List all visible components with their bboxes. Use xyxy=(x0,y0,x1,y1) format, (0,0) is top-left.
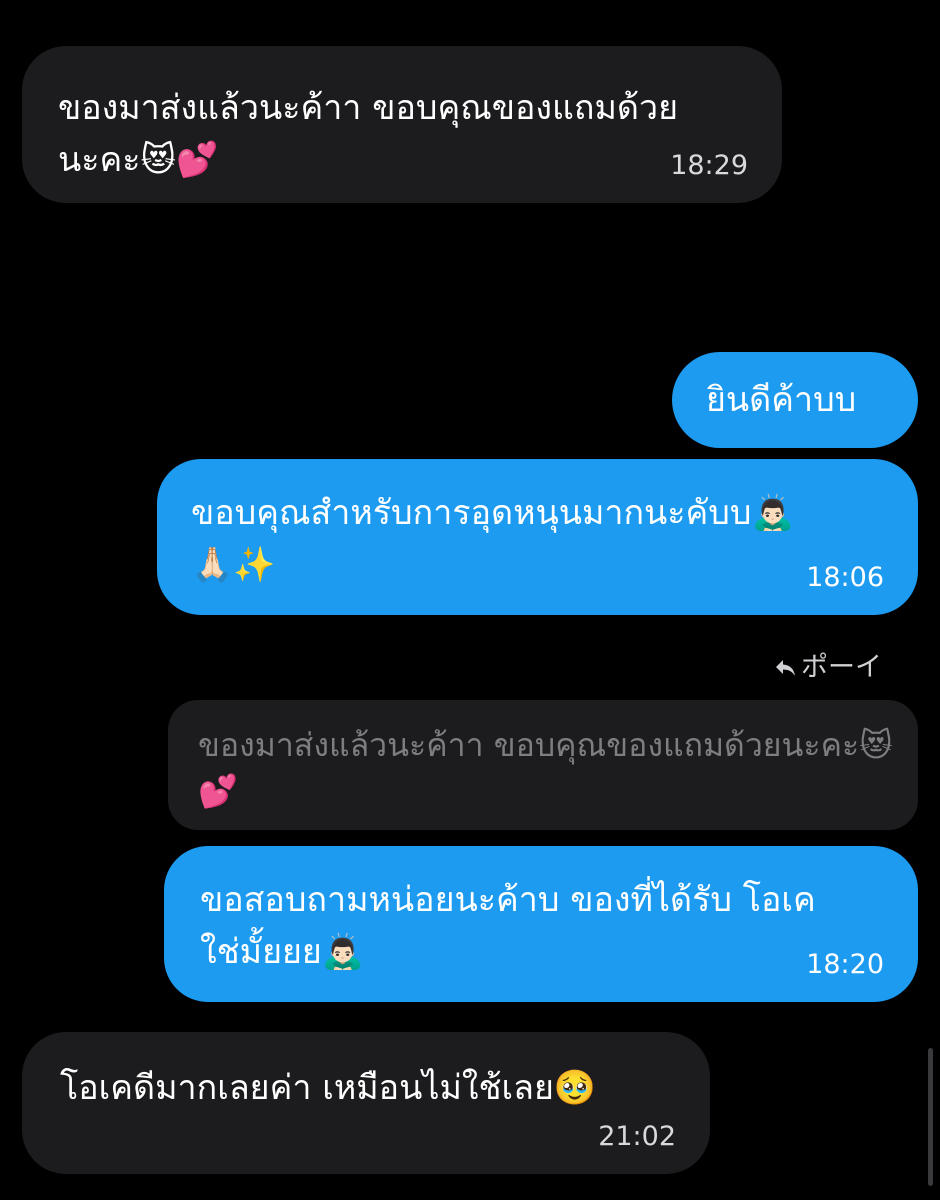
quoted-message-text: ของมาส่งแล้วนะค้าา ขอบคุณของแถมด้วยนะคะ😻… xyxy=(198,726,893,810)
message-timestamp: 18:20 xyxy=(806,949,884,980)
outgoing-message-bubble[interactable]: ยินดีค้าบบ xyxy=(672,352,918,448)
message-text: ของมาส่งแล้วนะค้าา ขอบคุณของแถมด้วย นะคะ… xyxy=(58,88,679,180)
quoted-message[interactable]: ของมาส่งแล้วนะค้าา ขอบคุณของแถมด้วยนะคะ😻… xyxy=(168,700,918,830)
message-timestamp: 18:06 xyxy=(806,562,884,593)
outgoing-message-bubble[interactable]: ขอบคุณสำหรับการอุดหนุนมากนะคับบ🙇🏻‍♂️ 🙏🏻✨… xyxy=(157,459,918,615)
message-timestamp: 21:02 xyxy=(598,1121,676,1152)
reply-arrow-icon xyxy=(775,658,797,678)
reply-to-name: ポーイ xyxy=(801,652,882,683)
reply-to-label: ポーイ xyxy=(775,648,882,688)
message-text: ขอสอบถามหน่อยนะค้าบ ของที่ได้รับ โอเค ใช… xyxy=(200,880,816,972)
incoming-message-bubble[interactable]: โอเคดีมากเลยค่า เหมือนไม่ใช้เลย🥹 21:02 xyxy=(22,1032,710,1174)
message-text: โอเคดีมากเลยค่า เหมือนไม่ใช้เลย🥹 xyxy=(60,1068,597,1108)
message-text: ยินดีค้าบบ xyxy=(706,380,857,420)
message-text: ขอบคุณสำหรับการอุดหนุนมากนะคับบ🙇🏻‍♂️ 🙏🏻✨ xyxy=(191,493,794,585)
incoming-message-bubble[interactable]: ของมาส่งแล้วนะค้าา ขอบคุณของแถมด้วย นะคะ… xyxy=(22,46,782,203)
message-timestamp: 18:29 xyxy=(670,150,748,181)
outgoing-message-bubble[interactable]: ขอสอบถามหน่อยนะค้าบ ของที่ได้รับ โอเค ใช… xyxy=(164,846,918,1002)
scrollbar[interactable] xyxy=(928,1048,933,1186)
